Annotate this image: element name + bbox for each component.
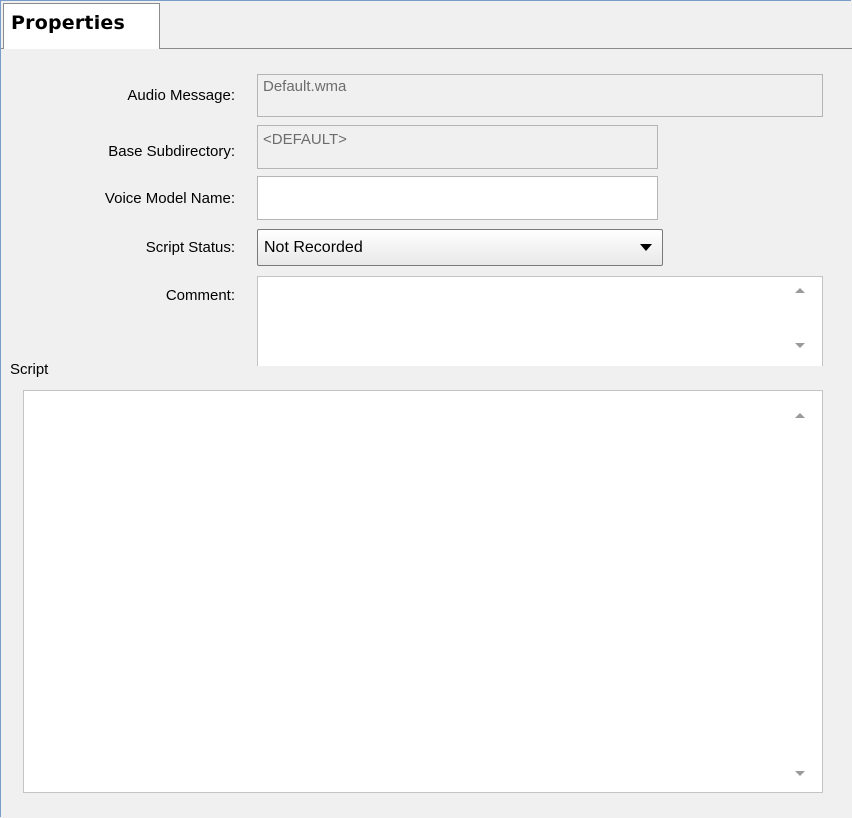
scroll-up-arrow-icon[interactable] bbox=[795, 413, 805, 418]
comment-label: Comment: bbox=[165, 287, 235, 304]
scroll-down-arrow-icon[interactable] bbox=[795, 771, 805, 776]
script-status-dropdown[interactable]: Not Recorded bbox=[257, 229, 663, 266]
base-subdirectory-value: <DEFAULT> bbox=[263, 131, 347, 148]
audio-message-value: Default.wma bbox=[263, 78, 347, 95]
voice-model-name-label: Voice Model Name: bbox=[104, 190, 235, 207]
script-section-label: Script bbox=[10, 361, 49, 378]
properties-panel: Properties Audio Message: Default.wma Ba… bbox=[0, 0, 852, 817]
base-subdirectory-label: Base Subdirectory: bbox=[108, 143, 235, 160]
audio-message-label: Audio Message: bbox=[127, 87, 235, 104]
voice-model-name-field[interactable] bbox=[257, 176, 658, 220]
base-subdirectory-field[interactable]: <DEFAULT> bbox=[257, 125, 658, 169]
comment-textarea[interactable] bbox=[257, 276, 823, 366]
chevron-down-icon[interactable] bbox=[640, 244, 652, 251]
tab-properties[interactable]: Properties bbox=[3, 3, 160, 49]
tab-strip-background bbox=[160, 3, 852, 48]
scroll-up-arrow-icon[interactable] bbox=[795, 288, 805, 293]
tab-properties-label: Properties bbox=[11, 12, 125, 34]
script-status-value: Not Recorded bbox=[264, 239, 363, 256]
script-textarea[interactable] bbox=[23, 390, 823, 793]
scroll-down-arrow-icon[interactable] bbox=[795, 343, 805, 348]
script-status-label: Script Status: bbox=[145, 239, 235, 256]
audio-message-field[interactable]: Default.wma bbox=[257, 74, 823, 117]
